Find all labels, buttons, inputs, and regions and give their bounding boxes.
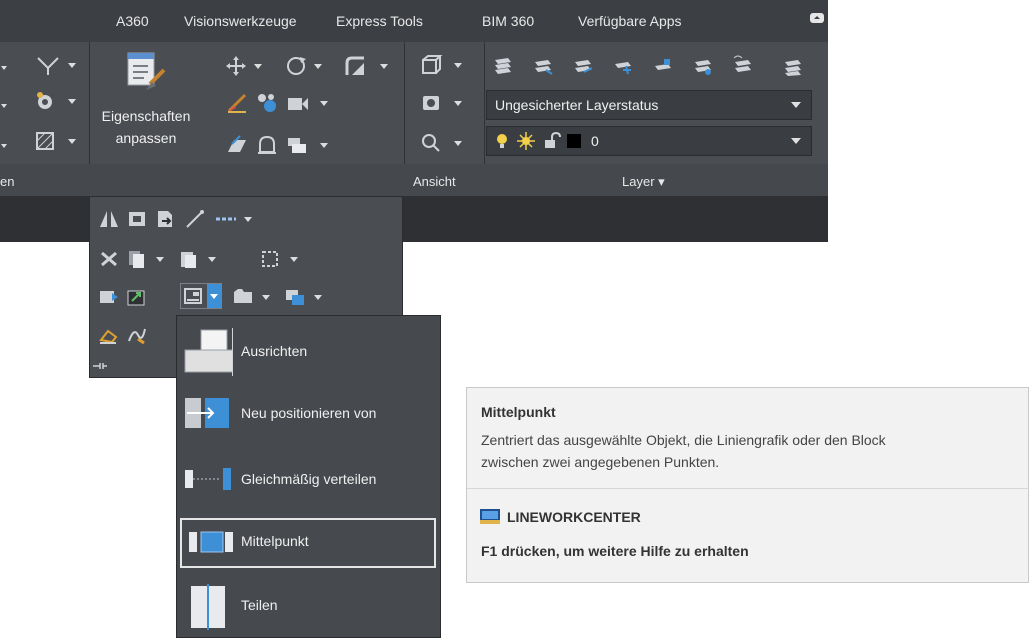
align-icon xyxy=(183,286,205,306)
tooltip-command: LINEWORKCENTER xyxy=(507,509,641,525)
dropdown-arrow-icon[interactable] xyxy=(0,142,8,150)
copy-icon[interactable] xyxy=(126,249,172,269)
flyout-item-teilen[interactable]: Teilen xyxy=(177,580,440,632)
match-properties-label-2: anpassen xyxy=(115,130,177,146)
chevron-down-icon xyxy=(791,138,801,144)
move-icon[interactable] xyxy=(226,56,266,76)
tooltip: Mittelpunkt Zentriert das ausgewählte Ob… xyxy=(466,387,1029,583)
split-icon xyxy=(189,584,229,630)
layer-properties-icon[interactable] xyxy=(492,54,514,76)
flyout-label: Ausrichten xyxy=(241,343,308,359)
reference-icon[interactable] xyxy=(126,287,148,307)
layer-on-icon xyxy=(495,132,509,150)
paste-icon[interactable] xyxy=(178,249,224,269)
trim-icon[interactable] xyxy=(36,54,78,76)
ribbon-minimize-icon[interactable] xyxy=(809,12,825,24)
mirror-icon[interactable] xyxy=(98,209,120,229)
tooltip-help: F1 drücken, um weitere Hilfe zu erhalten xyxy=(481,543,749,559)
panel-title-modify-fragment[interactable]: en xyxy=(0,174,14,189)
named-views-icon[interactable] xyxy=(420,92,466,114)
current-layer-name: 0 xyxy=(591,133,599,149)
panel-title-layer[interactable]: Layer ▾ xyxy=(622,174,665,190)
flyout-item-mittelpunkt[interactable]: Mittelpunkt xyxy=(177,516,440,568)
distribute-icon xyxy=(183,464,233,494)
dropdown-arrow-icon[interactable] xyxy=(0,64,8,72)
layer-merge-icon[interactable] xyxy=(782,54,804,76)
array-icon[interactable] xyxy=(34,90,78,112)
lengthen-icon[interactable] xyxy=(184,209,206,229)
group-icon[interactable] xyxy=(232,287,278,307)
edit-block-icon[interactable] xyxy=(98,287,120,307)
layer-unlock-icon xyxy=(543,132,561,150)
select-icon[interactable] xyxy=(260,249,306,269)
command-icon xyxy=(479,508,501,526)
stamp-icon[interactable] xyxy=(256,134,278,156)
match-properties-button[interactable]: Eigenschaften anpassen xyxy=(96,50,196,160)
layer-tools-row xyxy=(492,54,822,76)
zoom-icon[interactable] xyxy=(420,132,466,154)
tooltip-title: Mittelpunkt xyxy=(481,404,556,420)
fillet-icon[interactable] xyxy=(344,55,392,77)
view-cube-icon[interactable] xyxy=(420,54,466,76)
align-split-arrow[interactable] xyxy=(207,284,221,308)
tooltip-separator xyxy=(467,488,1029,489)
layer-state-dropdown[interactable]: Ungesicherter Layerstatus xyxy=(486,90,812,120)
layer-thaw-icon xyxy=(517,132,535,150)
layer-match-icon[interactable] xyxy=(692,54,714,76)
attribute-icon[interactable] xyxy=(286,92,334,114)
draw-order-icon[interactable] xyxy=(286,134,334,156)
layer-off-icon[interactable] xyxy=(532,54,554,76)
align-flyout-menu: Ausrichten Neu positionieren von Gleichm… xyxy=(176,315,441,638)
layer-walk-icon[interactable] xyxy=(732,54,754,76)
copy-block-icon[interactable] xyxy=(154,209,176,229)
align-icon xyxy=(183,328,233,380)
flyout-item-gleichmaessig-verteilen[interactable]: Gleichmäßig verteilen xyxy=(177,454,440,506)
tab-a360[interactable]: A360 xyxy=(116,13,149,29)
spline-icon[interactable] xyxy=(126,325,148,345)
tab-bim360[interactable]: BIM 360 xyxy=(482,13,534,29)
flyout-label: Gleichmäßig verteilen xyxy=(241,471,377,487)
eraser-icon[interactable] xyxy=(98,325,120,345)
flyout-item-neu-positionieren[interactable]: Neu positionieren von xyxy=(177,388,440,440)
ribbon-tab-bar: A360 Visionswerkzeuge Express Tools BIM … xyxy=(0,0,828,42)
match-properties-label-1: Eigenschaften xyxy=(101,108,191,124)
layer-lock-icon[interactable] xyxy=(652,54,674,76)
pin-panel-icon[interactable] xyxy=(92,361,108,371)
layer-color-swatch xyxy=(567,134,581,148)
match-properties-icon xyxy=(124,50,166,94)
tooltip-description-2: zwischen zwei angegebenen Punkten. xyxy=(481,454,720,470)
chevron-down-icon xyxy=(791,102,801,108)
panel-title-view[interactable]: Ansicht xyxy=(413,174,456,189)
color-brush-icon[interactable] xyxy=(226,92,248,114)
flyout-item-ausrichten[interactable]: Ausrichten xyxy=(177,326,440,378)
align-split-button[interactable] xyxy=(180,283,222,309)
flyout-label: Neu positionieren von xyxy=(241,405,377,421)
tooltip-description-1: Zentriert das ausgewählte Objekt, die Li… xyxy=(481,432,886,448)
break-icon[interactable] xyxy=(214,209,260,229)
tab-verfuegbare-apps[interactable]: Verfügbare Apps xyxy=(578,13,682,29)
rotate-icon[interactable] xyxy=(286,55,326,77)
delete-icon[interactable] xyxy=(98,249,120,269)
layer-isolate-icon[interactable] xyxy=(572,54,594,76)
tab-express-tools[interactable]: Express Tools xyxy=(336,13,423,29)
layer-freeze-icon[interactable] xyxy=(612,54,634,76)
offset-icon[interactable] xyxy=(126,209,148,229)
tab-visionswerkzeuge[interactable]: Visionswerkzeuge xyxy=(184,13,297,29)
reposition-icon xyxy=(183,394,233,434)
stretch-icon[interactable] xyxy=(226,134,248,156)
hatch-icon[interactable] xyxy=(34,130,78,152)
layer-state-value: Ungesicherter Layerstatus xyxy=(495,97,659,113)
layer-copy-icon[interactable] xyxy=(284,287,330,307)
flyout-label: Teilen xyxy=(241,597,278,613)
midpoint-icon xyxy=(187,528,235,556)
properties-dots-icon[interactable] xyxy=(256,92,278,114)
dropdown-arrow-icon[interactable] xyxy=(0,102,8,110)
layer-dropdown[interactable]: 0 xyxy=(486,126,812,156)
flyout-label: Mittelpunkt xyxy=(241,533,309,549)
